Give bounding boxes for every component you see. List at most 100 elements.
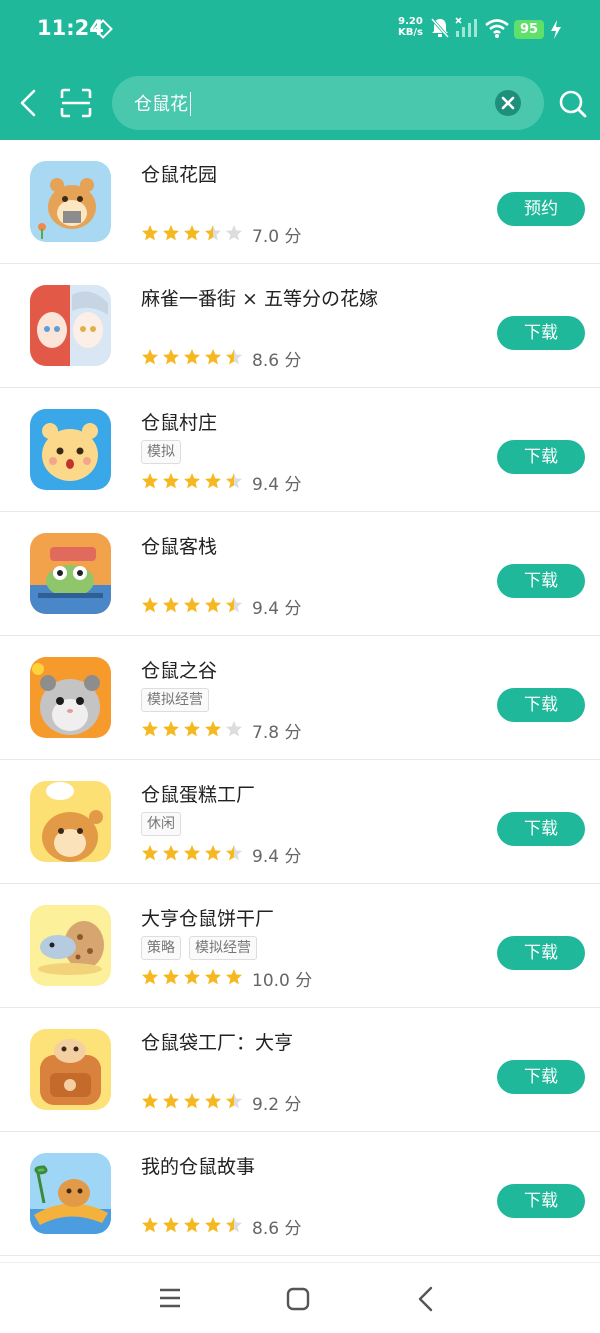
- app-name: 仓鼠袋工厂：大亨: [141, 1032, 294, 1054]
- star-full-icon: [163, 969, 179, 985]
- app-name: 仓鼠之谷: [141, 660, 218, 682]
- app-list-item[interactable]: 仓鼠花园 7.0 分 预约: [0, 140, 600, 264]
- tag-list: 模拟经营: [141, 688, 217, 712]
- rating-stars: [141, 968, 246, 986]
- download-button[interactable]: 下载: [497, 688, 585, 722]
- star-full-icon: [205, 845, 221, 861]
- download-button[interactable]: 下载: [497, 564, 585, 598]
- menu-icon[interactable]: [158, 1287, 182, 1309]
- download-button[interactable]: 下载: [497, 812, 585, 846]
- app-tag: 模拟: [141, 440, 181, 464]
- star-full-icon: [205, 349, 221, 365]
- star-half-icon: [205, 225, 221, 241]
- app-list-item[interactable]: 我的仓鼠故事 8.6 分 下载: [0, 1132, 600, 1256]
- download-button[interactable]: 下载: [497, 1060, 585, 1094]
- home-icon[interactable]: [286, 1287, 310, 1311]
- star-full-icon: [142, 1217, 158, 1233]
- app-list-item[interactable]: 仓鼠之谷 模拟经营 7.8 分 下载: [0, 636, 600, 760]
- app-list-item[interactable]: 大亨仓鼠饼干厂 策略 模拟经营 10.0 分 下载: [0, 884, 600, 1008]
- star-full-icon: [142, 225, 158, 241]
- star-full-icon: [163, 473, 179, 489]
- clear-icon: [501, 96, 515, 110]
- download-button[interactable]: 下载: [497, 1184, 585, 1218]
- star-full-icon: [163, 721, 179, 737]
- rating-stars: [141, 224, 246, 242]
- star-full-icon: [163, 349, 179, 365]
- star-half-icon: [226, 1093, 242, 1109]
- rating-stars: [141, 1092, 246, 1110]
- star-full-icon: [184, 845, 200, 861]
- star-full-icon: [163, 1217, 179, 1233]
- rating-stars: [141, 844, 246, 862]
- app-list-item[interactable]: 仓鼠蛋糕工厂 休闲 9.4 分 下载: [0, 760, 600, 884]
- rating-score: 9.4 分: [252, 847, 302, 867]
- back-arrow-icon[interactable]: [14, 88, 42, 118]
- star-full-icon: [163, 1093, 179, 1109]
- star-full-icon: [163, 845, 179, 861]
- network-speed: 9.20 KB/s: [398, 16, 423, 38]
- app-tag: 模拟经营: [141, 688, 209, 712]
- star-full-icon: [184, 1093, 200, 1109]
- download-button[interactable]: 下载: [497, 440, 585, 474]
- search-box[interactable]: [112, 76, 544, 130]
- rating-score: 7.0 分: [252, 227, 302, 247]
- network-speed-value: 9.20: [398, 16, 423, 27]
- app-name: 仓鼠花园: [141, 164, 218, 186]
- back-icon[interactable]: [416, 1286, 436, 1312]
- rating-score: 9.4 分: [252, 599, 302, 619]
- app-icon: [30, 285, 111, 366]
- search-icon[interactable]: [558, 88, 588, 120]
- star-empty-icon: [226, 721, 242, 737]
- app-list-item[interactable]: 仓鼠村庄 模拟 9.4 分 下载: [0, 388, 600, 512]
- app-list-item[interactable]: 麻雀一番街 × 五等分の花嫁 8.6 分 下载: [0, 264, 600, 388]
- signal-icon: [455, 17, 477, 37]
- app-name: 仓鼠客栈: [141, 536, 218, 558]
- clear-button[interactable]: [495, 90, 521, 116]
- search-input[interactable]: [134, 88, 474, 118]
- app-name: 仓鼠蛋糕工厂: [141, 784, 256, 806]
- star-half-icon: [226, 349, 242, 365]
- star-full-icon: [184, 969, 200, 985]
- app-name: 大亨仓鼠饼干厂: [141, 908, 275, 930]
- app-icon: [30, 657, 111, 738]
- star-full-icon: [205, 721, 221, 737]
- app-icon: [30, 161, 111, 242]
- tag-list: 休闲: [141, 812, 189, 836]
- star-full-icon: [205, 597, 221, 613]
- tag-list: 策略 模拟经营: [141, 936, 265, 960]
- star-full-icon: [205, 969, 221, 985]
- status-bar: 11:24 9.20 KB/s 95: [0, 0, 600, 60]
- mute-bell-icon: [430, 18, 450, 38]
- text-cursor: [190, 92, 191, 116]
- app-list-item[interactable]: 仓鼠袋工厂：大亨 9.2 分 下载: [0, 1008, 600, 1132]
- star-full-icon: [184, 1217, 200, 1233]
- app-icon: [30, 905, 111, 986]
- system-navigation-bar: [0, 1262, 600, 1333]
- star-half-icon: [226, 1217, 242, 1233]
- star-half-icon: [226, 597, 242, 613]
- app-icon: [30, 409, 111, 490]
- scan-icon[interactable]: [60, 88, 92, 118]
- network-speed-unit: KB/s: [398, 27, 423, 38]
- rating-score: 8.6 分: [252, 1219, 302, 1239]
- app-name: 我的仓鼠故事: [141, 1156, 256, 1178]
- app-tag: 休闲: [141, 812, 181, 836]
- star-full-icon: [142, 349, 158, 365]
- app-tag: 策略: [141, 936, 181, 960]
- star-full-icon: [142, 597, 158, 613]
- app-icon: [30, 781, 111, 862]
- app-icon: [30, 1153, 111, 1234]
- rating-stars: [141, 472, 246, 490]
- rating-score: 10.0 分: [252, 971, 313, 991]
- star-full-icon: [142, 473, 158, 489]
- app-list-item[interactable]: 仓鼠客栈 9.4 分 下载: [0, 512, 600, 636]
- download-button[interactable]: 下载: [497, 316, 585, 350]
- download-button[interactable]: 下载: [497, 936, 585, 970]
- star-full-icon: [184, 721, 200, 737]
- reserve-button[interactable]: 预约: [497, 192, 585, 226]
- rating-score: 9.4 分: [252, 475, 302, 495]
- rating-stars: [141, 596, 246, 614]
- app-name: 仓鼠村庄: [141, 412, 218, 434]
- star-empty-icon: [226, 225, 242, 241]
- rating-score: 8.6 分: [252, 351, 302, 371]
